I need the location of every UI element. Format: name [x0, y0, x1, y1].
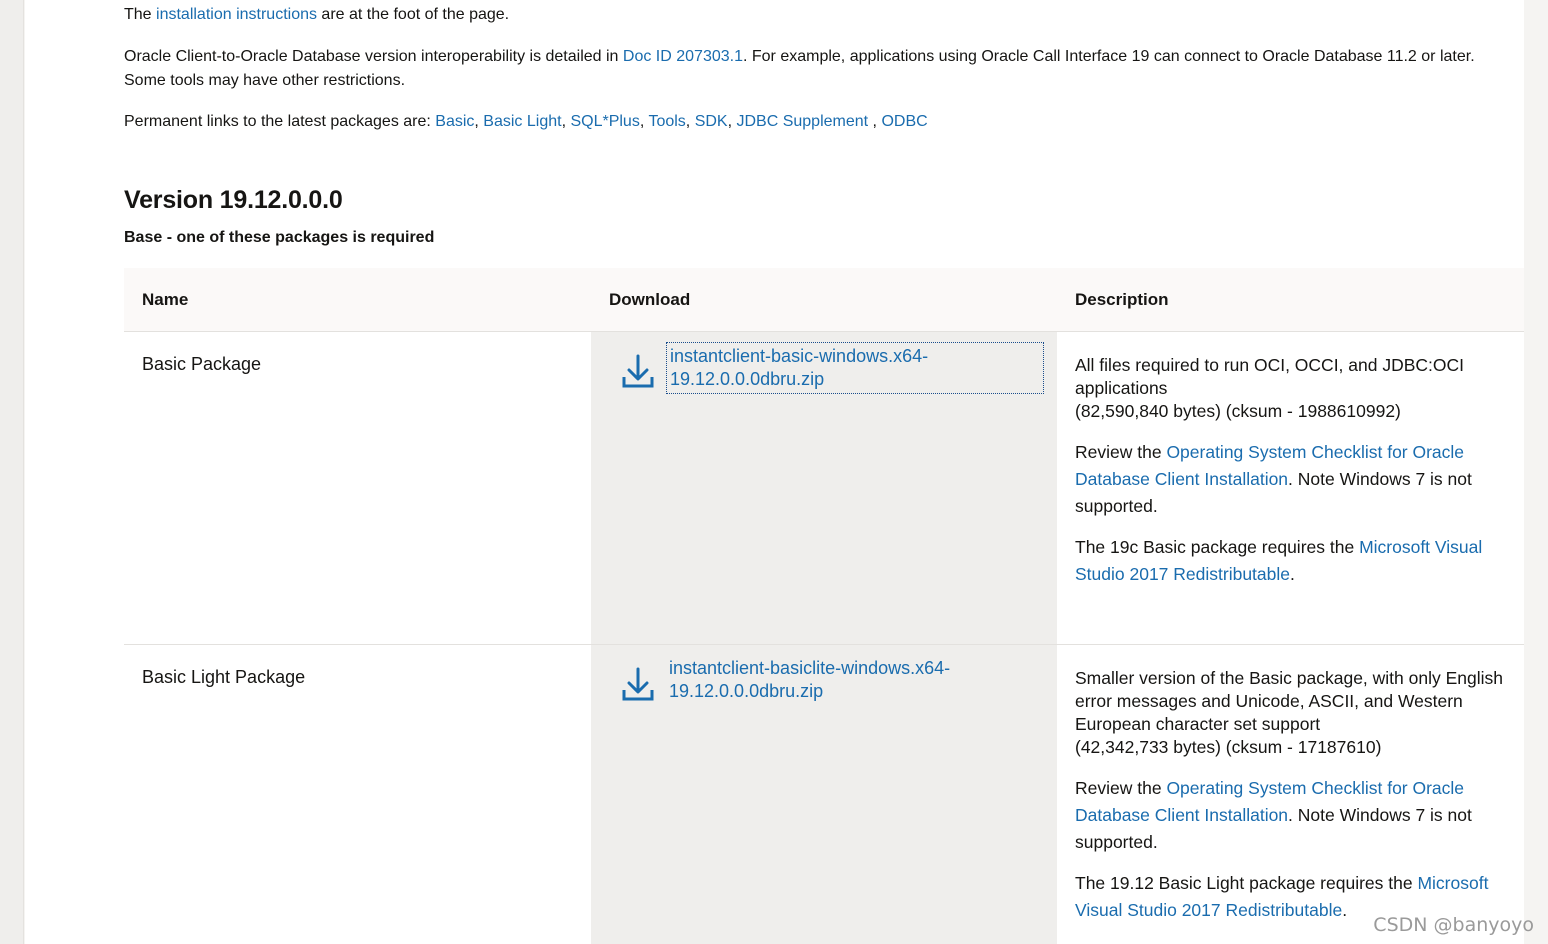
- table-row: Basic Package instantclient-basic-window…: [124, 332, 1524, 645]
- intro-prefix: The: [124, 6, 157, 23]
- table-row: Basic Light Package instantclient-basicl…: [124, 645, 1524, 944]
- permalink-jdbc-supplement[interactable]: JDBC Supplement: [736, 113, 868, 130]
- desc-size: (42,342,733 bytes) (cksum - 17187610): [1075, 737, 1382, 757]
- desc-main: All files required to run OCI, OCCI, and…: [1075, 354, 1506, 423]
- interop-prefix: Oracle Client-to-Oracle Database version…: [124, 48, 623, 65]
- desc-main: Smaller version of the Basic package, wi…: [1075, 667, 1506, 759]
- req-suffix: .: [1342, 900, 1348, 920]
- req-prefix: The 19c Basic package requires the: [1075, 537, 1360, 557]
- permalinks-prefix: Permanent links to the latest packages a…: [124, 113, 436, 130]
- package-name: Basic Package: [124, 332, 591, 644]
- package-name: Basic Light Package: [124, 645, 591, 944]
- permalink-sdk[interactable]: SDK: [695, 113, 728, 130]
- download-icon[interactable]: [621, 665, 655, 705]
- desc-review: Review the Operating System Checklist fo…: [1075, 439, 1506, 520]
- interop-text: Oracle Client-to-Oracle Database version…: [124, 45, 1519, 93]
- permanent-links: Permanent links to the latest packages a…: [124, 113, 928, 130]
- download-icon[interactable]: [621, 352, 655, 392]
- header-name: Name: [142, 290, 189, 309]
- intro-suffix: are at the foot of the page.: [316, 6, 510, 23]
- download-link-basic[interactable]: instantclient-basic-windows.x64-19.12.0.…: [666, 342, 1044, 394]
- req-suffix: .: [1290, 564, 1295, 584]
- desc-requirement: The 19c Basic package requires the Micro…: [1075, 534, 1506, 588]
- packages-table: Name Download Description Basic Package …: [124, 268, 1524, 944]
- page-content: The installation instructions are at the…: [25, 0, 1524, 944]
- permalink-tools[interactable]: Tools: [648, 113, 685, 130]
- desc-main-text: Smaller version of the Basic package, wi…: [1075, 668, 1503, 734]
- watermark: CSDN @banyoyo: [1373, 914, 1534, 936]
- table-header: Name Download Description: [124, 268, 1524, 332]
- desc-size: (82,590,840 bytes) (cksum - 1988610992): [1075, 401, 1401, 421]
- permalink-odbc[interactable]: ODBC: [881, 113, 927, 130]
- permalink-basic[interactable]: Basic: [435, 113, 474, 130]
- left-gutter: [0, 0, 24, 944]
- description-cell: Smaller version of the Basic package, wi…: [1057, 645, 1524, 944]
- base-note: Base - one of these packages is required: [124, 229, 435, 246]
- download-cell: instantclient-basiclite-windows.x64-19.1…: [591, 645, 1057, 944]
- header-download: Download: [609, 290, 691, 309]
- right-gutter: [1524, 0, 1548, 944]
- header-description: Description: [1075, 290, 1169, 309]
- permalink-basic-light[interactable]: Basic Light: [483, 113, 561, 130]
- req-prefix: The 19.12 Basic Light package requires t…: [1075, 873, 1418, 893]
- download-link-basiclite[interactable]: instantclient-basiclite-windows.x64-19.1…: [666, 655, 1044, 705]
- desc-main-text: All files required to run OCI, OCCI, and…: [1075, 355, 1465, 398]
- intro-text: The installation instructions are at the…: [124, 4, 509, 26]
- review-prefix: Review the: [1075, 778, 1167, 798]
- review-prefix: Review the: [1075, 442, 1167, 462]
- permalink-sqlplus[interactable]: SQL*Plus: [570, 113, 639, 130]
- download-cell: instantclient-basic-windows.x64-19.12.0.…: [591, 332, 1057, 644]
- installation-instructions-link[interactable]: installation instructions: [156, 6, 317, 23]
- desc-review: Review the Operating System Checklist fo…: [1075, 775, 1506, 856]
- version-title: Version 19.12.0.0.0: [124, 186, 343, 214]
- doc-id-link[interactable]: Doc ID 207303.1: [623, 48, 743, 65]
- description-cell: All files required to run OCI, OCCI, and…: [1057, 332, 1524, 644]
